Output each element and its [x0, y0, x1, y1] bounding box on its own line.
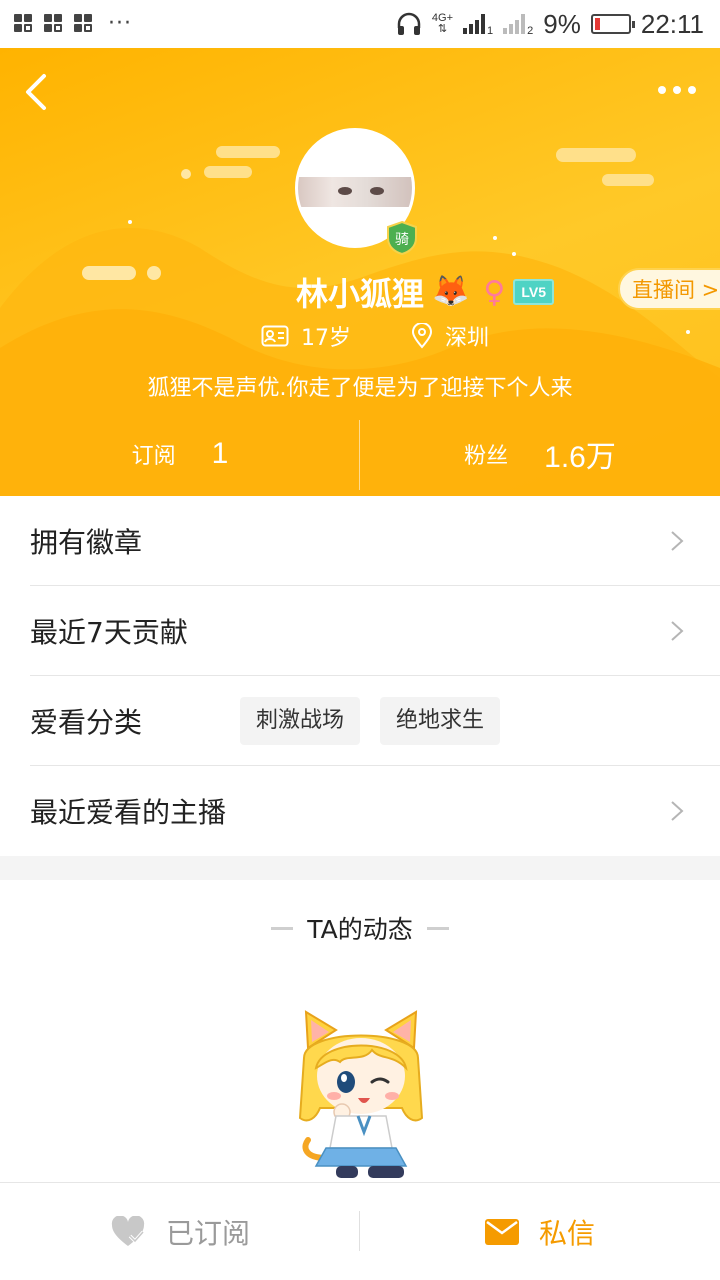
chevron-right-icon [671, 531, 684, 551]
name-row: 林小狐狸 🦊 ♀ LV5 [0, 268, 720, 316]
chevron-right-icon [671, 621, 684, 641]
feed-title-row: TA的动态 [0, 910, 720, 946]
battery-icon [590, 14, 635, 34]
category-tag[interactable]: 绝地求生 [380, 697, 501, 745]
signal-sim2-icon [503, 14, 526, 34]
subscribe-count: 1 [211, 437, 229, 470]
fans-count: 1.6万 [544, 441, 616, 474]
category-tag[interactable]: 刺激战场 [240, 697, 361, 745]
level-badge: LV5 [513, 279, 554, 305]
private-message-label: 私信 [538, 1216, 595, 1250]
status-bar: ··· 4G+ ⇅ 1 2 9% 22:11 [0, 0, 720, 48]
location-pin-icon [411, 323, 432, 349]
data-arrows-icon: ⇅ [437, 23, 448, 35]
categories-row: 爱看分类 刺激战场 绝地求生 [30, 676, 720, 766]
female-gender-icon: ♀ [483, 274, 506, 310]
chevron-right-icon [671, 801, 684, 821]
activity-feed: TA的动态 [0, 880, 720, 1182]
contribution-label: 最近7天贡献 [30, 615, 188, 649]
favorite-streamers-row[interactable]: 最近爱看的主播 [30, 766, 720, 856]
fans-label: 粉丝 [464, 444, 509, 469]
category-tags: 刺激战场 绝地求生 [240, 697, 501, 745]
location-value: 深圳 [444, 326, 489, 351]
heart-check-icon [111, 1215, 145, 1246]
back-arrow-icon[interactable] [18, 68, 58, 116]
subscribe-stat[interactable]: 订阅 1 [0, 418, 360, 490]
sim1-label: 1 [487, 24, 494, 37]
profile-meta: 17岁 深圳 [0, 320, 720, 352]
knight-badge-label: 骑 [395, 232, 409, 248]
notification-icons: ··· [14, 13, 132, 35]
stats-divider [359, 420, 360, 490]
fans-stat[interactable]: 粉丝 1.6万 [360, 418, 720, 490]
cat-girl-mascot-illustration [298, 1010, 424, 1178]
categories-label: 爱看分类 [30, 705, 143, 739]
favorite-streamers-label: 最近爱看的主播 [30, 796, 227, 829]
badges-row[interactable]: 拥有徽章 [30, 496, 720, 586]
more-notifications-icon: ··· [108, 11, 132, 36]
network-type: 4G+ ⇅ [432, 13, 453, 35]
sim2-label: 2 [527, 24, 534, 37]
age-item: 17岁 [261, 320, 351, 352]
subscribe-label: 订阅 [131, 444, 176, 469]
section-gap [0, 856, 720, 880]
subscribed-button[interactable]: 已订阅 [0, 1183, 360, 1280]
title-dash [426, 926, 449, 930]
profile-header: 骑 林小狐狸 🦊 ♀ LV5 直播间 > 17岁 深圳 狐狸不是声优.你走了便是… [0, 48, 720, 496]
private-message-button[interactable]: 私信 [360, 1183, 720, 1280]
user-bio: 狐狸不是声优.你走了便是为了迎接下个人来 [147, 376, 573, 401]
fox-emoji-icon: 🦊 [432, 274, 470, 309]
stats-bar: 订阅 1 粉丝 1.6万 [0, 418, 720, 490]
more-options-icon[interactable] [658, 86, 696, 94]
app-notification-icon [44, 14, 64, 34]
title-dash [271, 926, 294, 930]
battery-percent: 9% [543, 8, 581, 39]
app-notification-icon [74, 14, 94, 34]
profile-menu: 拥有徽章 最近7天贡献 爱看分类 刺激战场 绝地求生 最近爱看的主播 [0, 496, 720, 856]
badges-label: 拥有徽章 [30, 525, 143, 559]
knight-badge-icon: 骑 [387, 220, 417, 256]
location-item: 深圳 [411, 320, 489, 352]
headphones-icon [397, 12, 421, 35]
age-value: 17岁 [300, 326, 351, 351]
feed-title: TA的动态 [307, 915, 413, 944]
user-name: 林小狐狸 [296, 275, 425, 313]
signal-sim1-icon [463, 14, 486, 34]
envelope-icon [484, 1218, 519, 1245]
bottom-action-bar: 已订阅 私信 [0, 1182, 720, 1280]
subscribed-label: 已订阅 [165, 1216, 250, 1250]
id-card-icon [261, 325, 289, 347]
clock: 22:11 [640, 8, 704, 39]
contribution-row[interactable]: 最近7天贡献 [30, 586, 720, 676]
live-room-button[interactable]: 直播间 > [618, 268, 720, 310]
app-notification-icon [14, 14, 34, 34]
bottom-bar-divider [359, 1211, 360, 1251]
